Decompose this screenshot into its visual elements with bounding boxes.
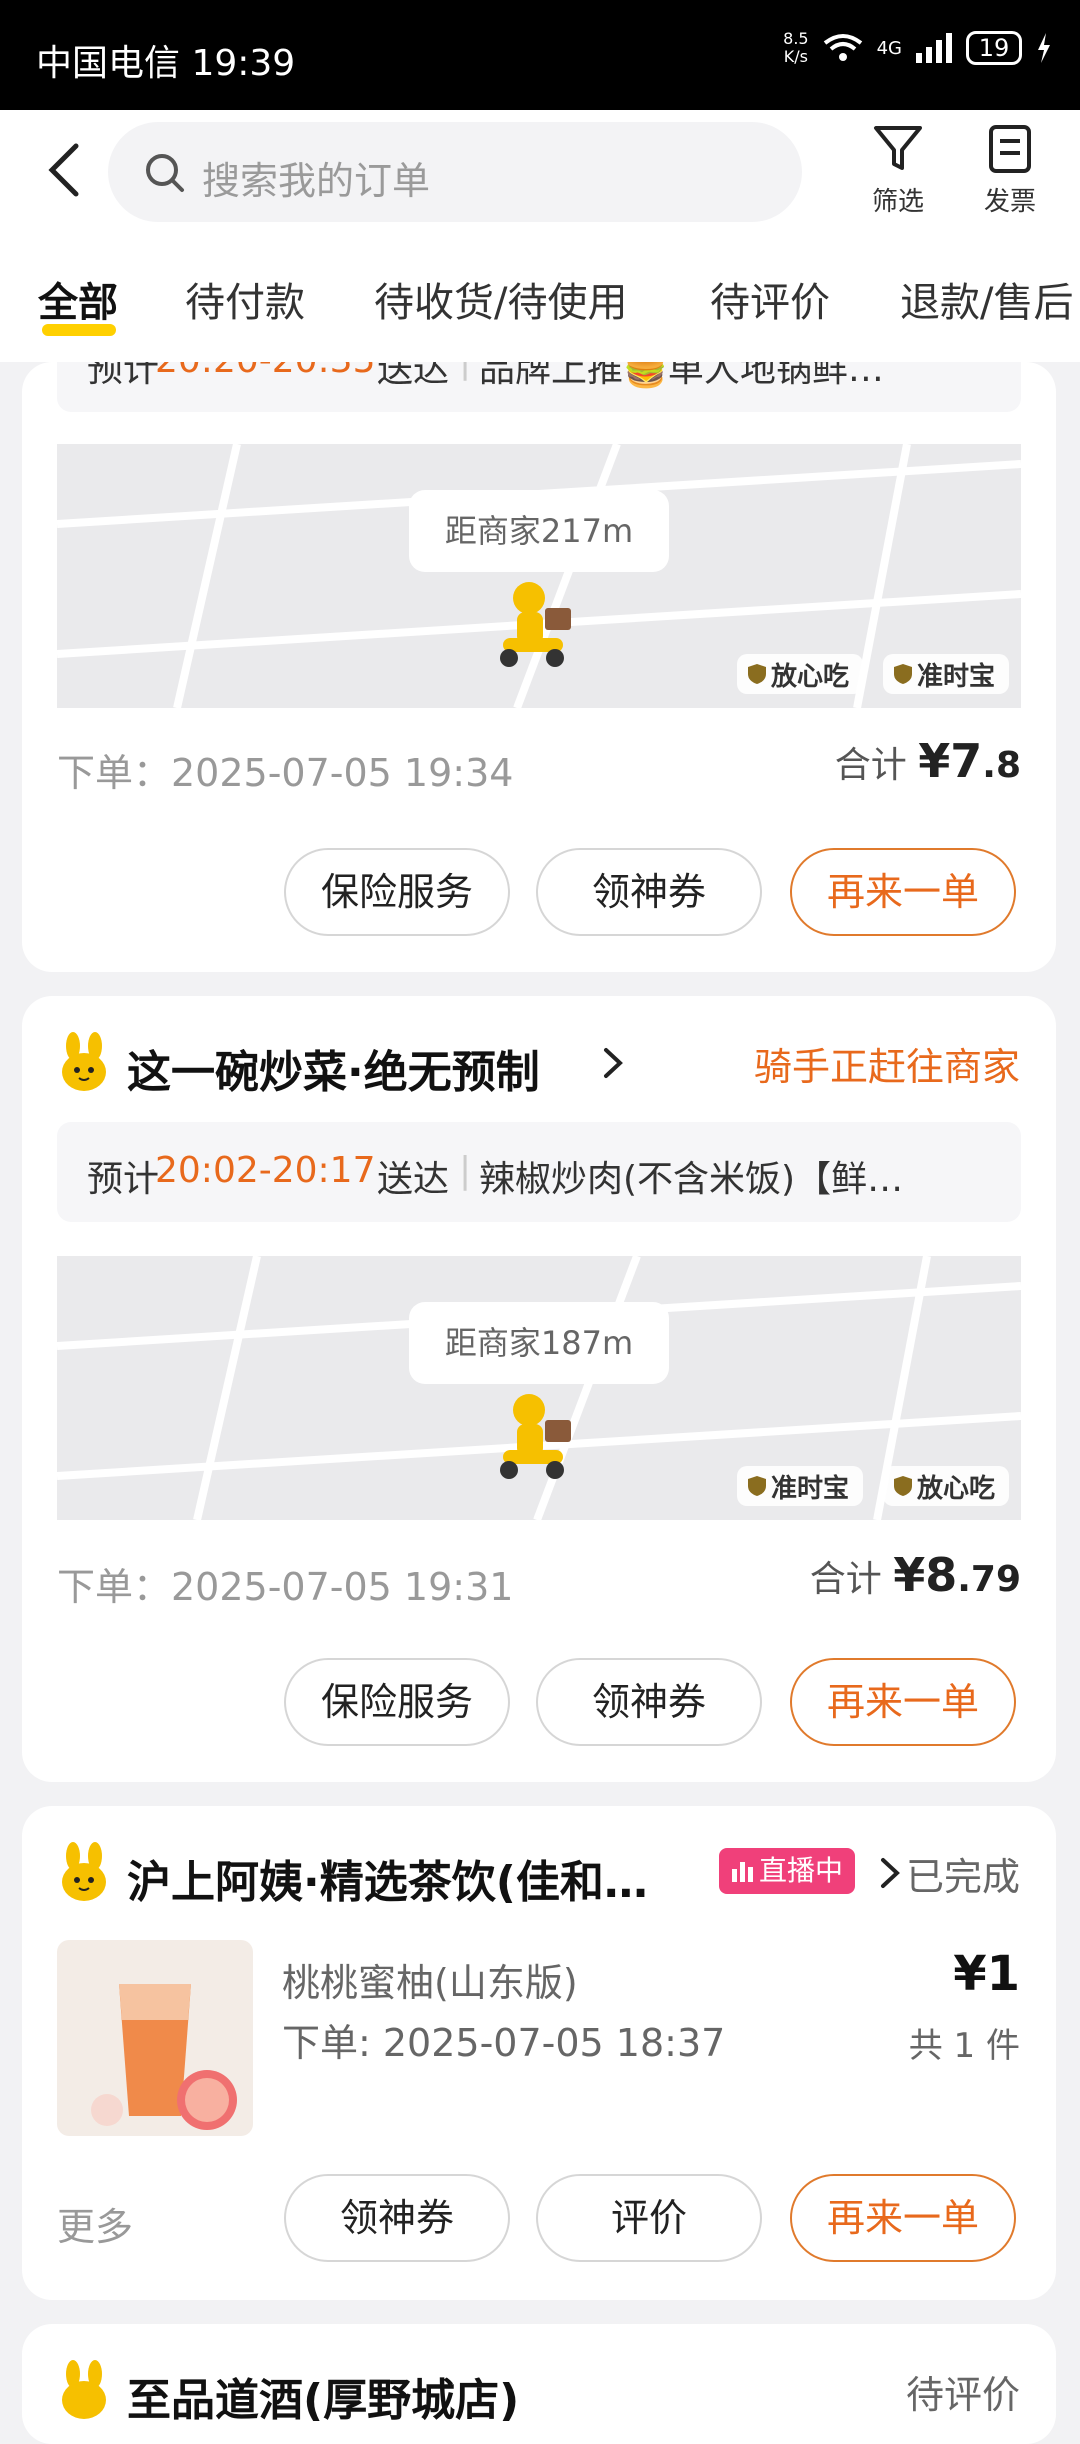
shop-row[interactable]: 至品道酒(厚野城店) [57,2360,519,2426]
filter-label: 筛选 [871,187,924,217]
rider-map[interactable]: 距商家187m 准时宝 放心吃 [57,1256,1021,1520]
get-coupon-button[interactable]: 领神券 [536,848,762,936]
insurance-button[interactable]: 保险服务 [284,1658,510,1746]
order-time: 下单：2025-07-05 19:31 [57,1565,514,1609]
search-input[interactable]: 搜索我的订单 [108,122,802,222]
shop-logo-icon [62,1842,106,1901]
wifi-icon [823,34,862,61]
invoice-label: 发票 [983,187,1036,217]
order-time: 下单: 2025-07-05 18:37 [282,2021,726,2065]
carrier-time: 中国电信 19:39 [36,43,296,84]
order-card[interactable]: 预计 20:20-20:35 送达 | 品牌上推🍔单人地锅鲜… 距商家217m … [22,362,1056,972]
review-button[interactable]: 评价 [536,2174,762,2262]
tab-pending-review[interactable]: 待评价 [710,270,830,328]
charging-icon [1038,33,1050,63]
live-badge[interactable]: 直播中 [719,1848,856,1894]
item-name: 桃桃蜜柚(山东版) [282,1961,578,2005]
chevron-right-icon [604,1048,623,1078]
invoice-button[interactable]: 发票 [970,124,1050,218]
get-coupon-button[interactable]: 领神券 [536,1658,762,1746]
distance-label: 距商家187m [409,1302,669,1384]
filter-button[interactable]: 筛选 [858,124,938,218]
network-type: 4G [876,37,902,59]
assurance-badge: 准时宝 [883,654,1010,694]
order-status: 已完成 [905,1855,1020,1899]
delivery-info: 预计 20:02-20:17 送达 | 辣椒炒肉(不含米饭)【鲜… [57,1122,1021,1222]
order-total: 合计 ¥7.8 [834,734,1021,788]
shield-icon [748,1476,766,1496]
reorder-button[interactable]: 再来一单 [790,1658,1016,1746]
shield-icon [894,664,912,684]
rider-scooter-icon [500,1394,571,1479]
chevron-right-icon [881,1858,900,1888]
insurance-button[interactable]: 保险服务 [284,848,510,936]
status-bar: 中国电信 19:39 8.5 K/s 4G 19 [0,0,1080,110]
assurance-badge: 放心吃 [883,1466,1010,1506]
signal-icon [916,33,952,63]
order-status: 待评价 [905,2373,1020,2417]
shop-name[interactable]: 这一碗炒菜·绝无预制 [127,1036,540,1100]
tab-pending-payment[interactable]: 待付款 [185,270,305,328]
order-total: 合计 ¥8.79 [809,1548,1021,1602]
order-card[interactable]: 沪上阿姨·精选茶饮(佳和… 直播中 已完成 桃桃蜜柚(山东版) 下单: 2025… [22,1806,1056,2300]
search-placeholder: 搜索我的订单 [202,159,431,203]
shield-icon [894,1476,912,1496]
order-card[interactable]: 这一碗炒菜·绝无预制 骑手正赶往商家 预计 20:02-20:17 送达 | 辣… [22,996,1056,1782]
distance-label: 距商家217m [409,490,669,572]
shop-row[interactable]: 这一碗炒菜·绝无预制 [57,1032,623,1098]
header: 搜索我的订单 筛选 发票 [0,110,1080,240]
shop-logo-icon [62,2360,106,2419]
back-arrow-icon[interactable] [40,140,90,200]
rider-map[interactable]: 距商家217m 放心吃 准时宝 [57,444,1021,708]
tab-all[interactable]: 全部 [38,270,118,328]
drink-image [91,1984,237,2130]
shop-name[interactable]: 至品道酒(厚野城店) [127,2364,519,2428]
get-coupon-button[interactable]: 领神券 [284,2174,510,2262]
order-time: 下单：2025-07-05 19:34 [57,751,514,795]
filter-icon [874,126,922,170]
live-bars-icon [732,1862,753,1882]
search-icon [146,154,184,192]
assurance-badge: 放心吃 [737,654,864,694]
more-button[interactable]: 更多 [57,2196,133,2251]
tab-refund[interactable]: 退款/售后 [900,270,1073,328]
tab-pending-receipt[interactable]: 待收货/待使用 [374,270,627,328]
order-card[interactable]: 至品道酒(厚野城店) 待评价 [22,2324,1056,2444]
product-image[interactable] [57,1940,253,2136]
delivery-info: 预计 20:20-20:35 送达 | 品牌上推🍔单人地锅鲜… [57,362,1021,412]
reorder-button[interactable]: 再来一单 [790,2174,1016,2262]
rider-scooter-icon [500,582,571,667]
shop-row[interactable]: 沪上阿姨·精选茶饮(佳和… 直播中 [57,1842,900,1908]
order-tabs: 全部 待付款 待收货/待使用 待评价 退款/售后 [0,240,1080,362]
shop-name[interactable]: 沪上阿姨·精选茶饮(佳和… [127,1846,648,1910]
shield-icon [748,664,766,684]
active-tab-indicator [42,324,116,336]
network-speed: 8.5 K/s [783,29,809,66]
invoice-icon [989,125,1031,173]
reorder-button[interactable]: 再来一单 [790,848,1016,936]
order-status: 骑手正赶往商家 [753,1045,1020,1089]
battery-icon: 19 [966,31,1022,65]
assurance-badge: 准时宝 [737,1466,864,1506]
item-price: ¥1 [953,1946,1020,2002]
shop-logo-icon [62,1032,106,1091]
item-count: 共 1 件 [908,2026,1020,2066]
